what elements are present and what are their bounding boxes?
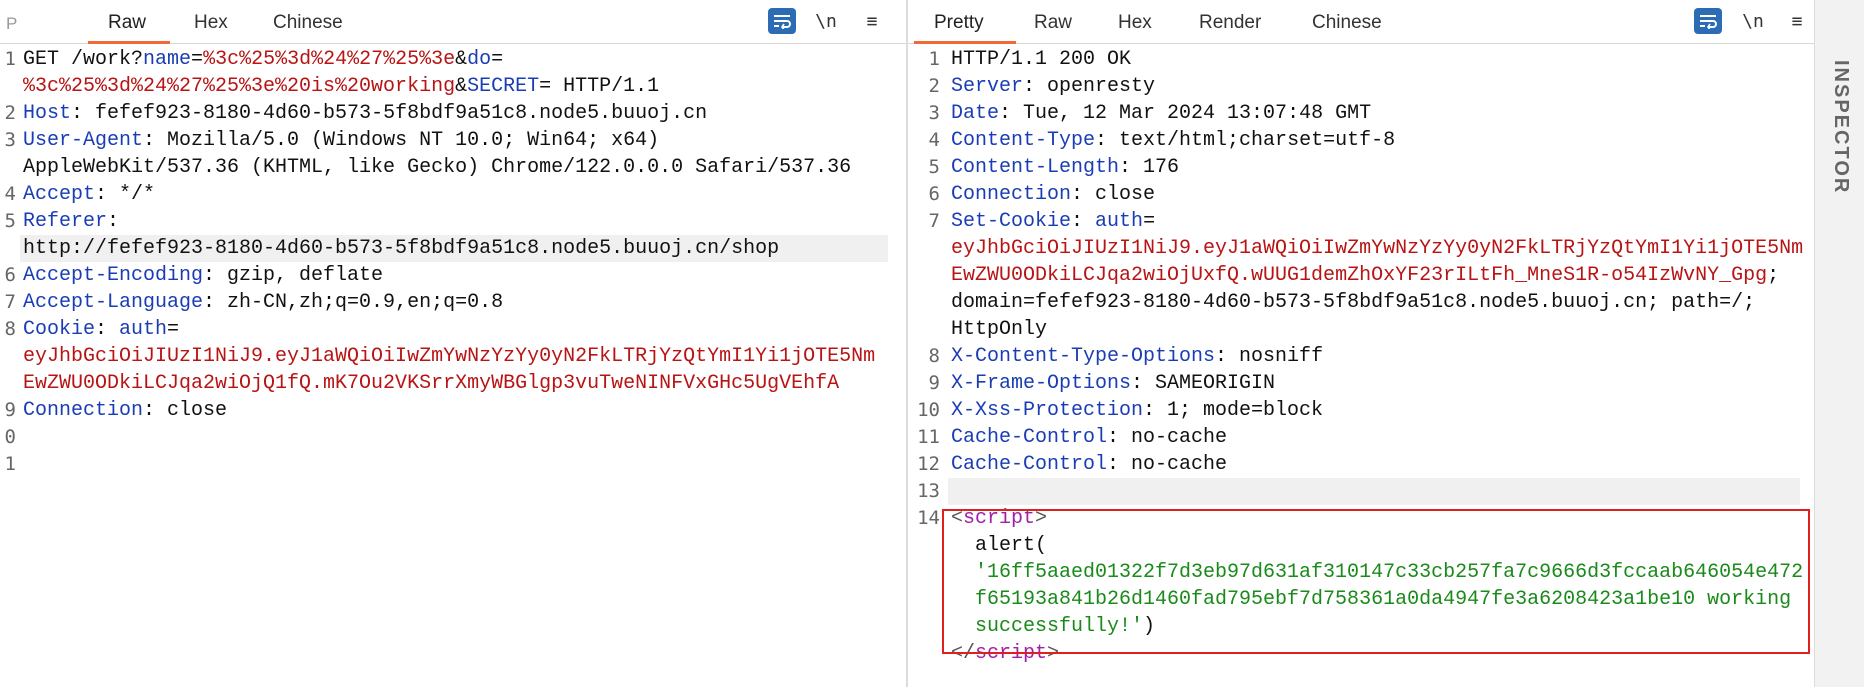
response-line-1: 1 HTTP/1.1 200 OK: [928, 48, 1132, 71]
response-wrap-lines-button[interactable]: [1694, 8, 1722, 34]
request-line-9: 9 Connection: close: [4, 399, 228, 422]
response-tab-render[interactable]: Render: [1199, 12, 1261, 34]
request-tab-chinese[interactable]: Chinese: [273, 12, 343, 34]
response-line-6: 6 Connection: close: [928, 183, 1156, 206]
truncated-tab[interactable]: P: [6, 14, 17, 34]
inspector-label[interactable]: INSPECTOR: [1829, 60, 1852, 194]
response-line-7-cont3: domain=fefef923-8180-4d60-b573-5f8bdf9a5…: [951, 291, 1756, 314]
request-line-1-cont: %3c%25%3d%24%27%25%3e%20is%20working&SEC…: [23, 75, 660, 98]
request-tabbar: P Raw Hex Chinese \n ≡: [0, 0, 906, 44]
request-active-tab-underline: [88, 41, 170, 44]
response-tabbar: Pretty Raw Hex Render Chinese \n ≡: [908, 0, 1814, 44]
response-tab-raw[interactable]: Raw: [1034, 12, 1072, 34]
request-tab-raw[interactable]: Raw: [108, 12, 146, 34]
request-line-2: 2 Host: fefef923-8180-4d60-b573-5f8bdf9a…: [4, 102, 708, 125]
wrap-lines-icon: [774, 15, 791, 29]
request-line-4: 4 Accept: */*: [4, 183, 156, 206]
response-line-9: 9 X-Frame-Options: SAMEORIGIN: [928, 372, 1276, 395]
current-line-highlight: [948, 478, 1800, 505]
response-line-7: 7 Set-Cookie: auth=: [928, 210, 1156, 233]
response-line-12: 12 Cache-Control: no-cache: [917, 453, 1228, 476]
response-tab-pretty[interactable]: Pretty: [934, 12, 984, 34]
request-editor[interactable]: 1 GET /work?name=%3c%25%3d%24%27%25%3e&d…: [0, 46, 906, 687]
response-menu-icon[interactable]: ≡: [1783, 8, 1811, 34]
request-line-8: 8 Cookie: auth=: [4, 318, 180, 341]
response-line-5: 5 Content-Length: 176: [928, 156, 1180, 179]
request-line-10: 0: [4, 426, 16, 448]
response-active-tab-underline: [914, 41, 1016, 44]
response-line-3: 3 Date: Tue, 12 Mar 2024 13:07:48 GMT: [928, 102, 1372, 125]
request-line-6: 6 Accept-Encoding: gzip, deflate: [4, 264, 384, 287]
response-tab-chinese[interactable]: Chinese: [1312, 12, 1382, 34]
response-line-10: 10 X-Xss-Protection: 1; mode=block: [917, 399, 1324, 422]
response-line-7-cont2: EwZWU0ODkiLCJqa2wiOjUxfQ.wUUG1demZhOxYF2…: [951, 264, 1780, 287]
request-line-8-cont: eyJhbGciOiJIUzI1NiJ9.eyJ1aWQiOiIwZmYwNzY…: [23, 345, 876, 368]
response-line-11: 11 Cache-Control: no-cache: [917, 426, 1228, 449]
response-show-newlines-button[interactable]: \n: [1739, 8, 1767, 34]
wrap-lines-icon: [1700, 15, 1717, 29]
request-line-8-cont2: EwZWU0ODkiLCJqa2wiOjQ1fQ.mK7Ou2VKSrrXmyW…: [23, 372, 840, 395]
request-line-5: 5 Referer:: [4, 210, 120, 233]
response-line-13: 13: [908, 478, 1814, 505]
response-line-8: 8 X-Content-Type-Options: nosniff: [928, 345, 1324, 368]
request-line-7: 7 Accept-Language: zh-CN,zh;q=0.9,en;q=0…: [4, 291, 504, 314]
request-line-5-cont-highlight: http://fefef923-8180-4d60-b573-5f8bdf9a5…: [20, 235, 888, 262]
request-tab-hex[interactable]: Hex: [194, 12, 228, 34]
request-pane: P Raw Hex Chinese \n ≡ 1 GET /work?name=…: [0, 0, 906, 687]
request-menu-icon[interactable]: ≡: [858, 8, 886, 34]
inspector-sidebar[interactable]: INSPECTOR: [1814, 0, 1864, 687]
request-line-1: 1 GET /work?name=%3c%25%3d%24%27%25%3e&d…: [4, 48, 504, 71]
request-wrap-lines-button[interactable]: [768, 8, 796, 34]
request-line-3: 3 User-Agent: Mozilla/5.0 (Windows NT 10…: [4, 129, 660, 152]
highlight-annotation-box: [942, 509, 1810, 654]
response-line-4: 4 Content-Type: text/html;charset=utf-8: [928, 129, 1396, 152]
response-line-2: 2 Server: openresty: [928, 75, 1156, 98]
request-show-newlines-button[interactable]: \n: [812, 8, 840, 34]
request-line-3-cont: AppleWebKit/537.36 (KHTML, like Gecko) C…: [23, 156, 852, 179]
response-tab-hex[interactable]: Hex: [1118, 12, 1152, 34]
response-line-7-cont: eyJhbGciOiJIUzI1NiJ9.eyJ1aWQiOiIwZmYwNzY…: [951, 237, 1804, 260]
response-line-7-cont4: HttpOnly: [951, 318, 1048, 341]
request-line-11: 1: [4, 453, 16, 475]
